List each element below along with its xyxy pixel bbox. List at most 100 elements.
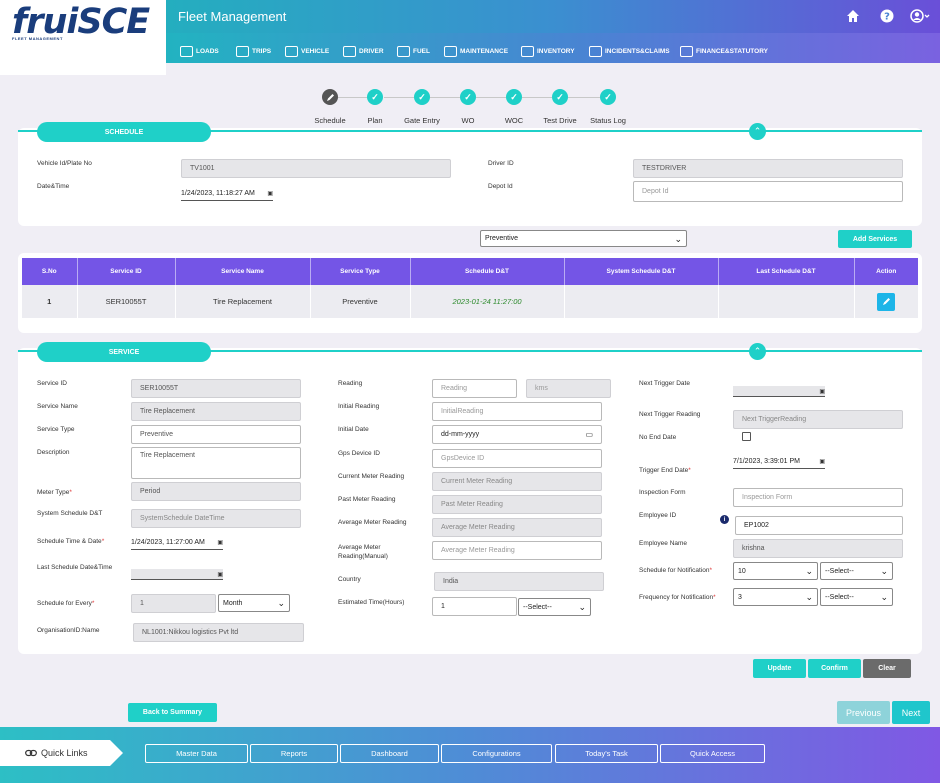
step-wo-dot[interactable]: ✓ <box>460 89 476 105</box>
edit-button[interactable] <box>877 292 896 311</box>
help-icon[interactable]: ? <box>880 9 894 23</box>
notification-schedule-unit-select[interactable]: --Select-- <box>820 562 893 580</box>
notification-frequency-unit-select[interactable]: --Select-- <box>820 588 893 606</box>
nav-maintenance[interactable]: MAINTENANCE <box>444 44 508 58</box>
service-id-field[interactable]: SER10055T <box>131 379 301 398</box>
next-trigger-date-field[interactable]: ▣ <box>733 386 825 397</box>
estimated-time-select[interactable]: --Select-- <box>518 598 591 616</box>
employee-id-input[interactable]: EP1002 <box>735 516 903 535</box>
nav-vehicle[interactable]: VEHICLE <box>285 44 329 58</box>
nav-loads[interactable]: LOADS <box>180 44 219 58</box>
calendar-icon[interactable]: ▣ <box>819 458 825 465</box>
quick-link-todays-task[interactable]: Today's Task <box>555 744 658 763</box>
cell-system-schedule-dt <box>564 285 719 318</box>
next-button[interactable]: Next <box>892 701 930 724</box>
driver-id-label: Driver ID <box>488 160 514 167</box>
past-meter-field[interactable]: Past Meter Reading <box>432 495 602 514</box>
schedule-every-field[interactable]: 1 <box>131 594 216 613</box>
calendar-icon[interactable]: ▣ <box>267 190 273 197</box>
step-plan-dot[interactable]: ✓ <box>367 89 383 105</box>
no-end-date-checkbox[interactable] <box>742 432 751 441</box>
meter-type-label: Meter Type* <box>37 489 72 496</box>
current-meter-field[interactable]: Current Meter Reading <box>432 472 602 491</box>
service-type-select[interactable]: Preventive <box>480 230 687 247</box>
col-system-schedule-dt: System Schedule D&T <box>564 258 719 285</box>
service-name-label: Service Name <box>37 403 78 410</box>
depot-id-input[interactable]: Depot Id <box>633 181 903 202</box>
add-services-button[interactable]: Add Services <box>838 230 912 248</box>
trigger-end-date-field[interactable]: 7/1/2023, 3:39:01 PM ▣ <box>733 455 825 469</box>
calendar-icon[interactable]: ▣ <box>217 571 223 578</box>
initial-reading-input[interactable]: InitialReading <box>432 402 602 421</box>
loads-icon <box>180 45 193 57</box>
system-schedule-label: System Schedule D&T <box>37 510 103 517</box>
employee-name-label: Employee Name <box>639 540 688 547</box>
meter-type-field[interactable]: Period <box>131 482 301 501</box>
next-trigger-reading-field[interactable]: Next TriggerReading <box>733 410 903 429</box>
driver-id-field[interactable]: TESTDRIVER <box>633 159 903 178</box>
back-to-summary-button[interactable]: Back to Summary <box>128 703 217 722</box>
quick-link-reports[interactable]: Reports <box>250 744 338 763</box>
reading-unit-field: kms <box>526 379 611 398</box>
table-row[interactable]: 1 SER10055T Tire Replacement Preventive … <box>22 285 918 318</box>
vehicle-id-field[interactable]: TV1001 <box>181 159 451 178</box>
nav-trips[interactable]: TRIPS <box>236 44 271 58</box>
nav-driver[interactable]: DRIVER <box>343 44 384 58</box>
nav-fuel[interactable]: FUEL <box>397 44 430 58</box>
quick-link-configurations[interactable]: Configurations <box>441 744 552 763</box>
organisation-label: OrganisationID:Name <box>37 627 100 634</box>
last-schedule-label: Last Schedule Date&Time <box>37 564 113 571</box>
step-schedule-dot[interactable] <box>322 89 338 105</box>
user-icon[interactable] <box>910 9 930 23</box>
schedule-time-field[interactable]: 1/24/2023, 11:27:00 AM ▣ <box>131 536 223 550</box>
nav-inventory[interactable]: INVENTORY <box>521 44 575 58</box>
service-name-field[interactable]: Tire Replacement <box>131 402 301 421</box>
chevron-up-icon[interactable]: ⌃ <box>749 123 766 140</box>
average-meter-field[interactable]: Average Meter Reading <box>432 518 602 537</box>
gps-device-input[interactable]: GpsDevice ID <box>432 449 602 468</box>
service-id-label: Service ID <box>37 380 67 387</box>
organisation-field[interactable]: NL1001:Nikkou logistics Pvt ltd <box>133 623 304 642</box>
cell-service-name: Tire Replacement <box>175 285 311 318</box>
clear-button[interactable]: Clear <box>863 659 911 678</box>
quick-link-quick-access[interactable]: Quick Access <box>660 744 765 763</box>
update-button[interactable]: Update <box>753 659 806 678</box>
employee-name-field[interactable]: krishna <box>733 539 903 558</box>
nav-finance-statutory[interactable]: FINANCE&STATUTORY <box>680 44 768 58</box>
step-gate-entry-dot[interactable]: ✓ <box>414 89 430 105</box>
quick-link-dashboard[interactable]: Dashboard <box>340 744 439 763</box>
system-schedule-field[interactable]: SystemSchedule DateTime <box>131 509 301 528</box>
step-status-log-dot[interactable]: ✓ <box>600 89 616 105</box>
info-icon[interactable]: i <box>720 515 729 524</box>
cell-schedule-dt: 2023-01-24 11:27:00 <box>410 285 565 318</box>
notification-frequency-select[interactable]: 3 <box>733 588 818 606</box>
service-type-field[interactable]: Preventive <box>131 425 301 444</box>
finance-icon <box>680 45 693 57</box>
reading-input[interactable]: Reading <box>432 379 517 398</box>
calendar-icon[interactable]: ▭ <box>585 430 593 439</box>
average-meter-manual-input[interactable]: Average Meter Reading <box>432 541 602 560</box>
chevron-up-icon[interactable]: ⌃ <box>749 343 766 360</box>
step-woc-dot[interactable]: ✓ <box>506 89 522 105</box>
step-test-drive-dot[interactable]: ✓ <box>552 89 568 105</box>
calendar-icon[interactable]: ▣ <box>819 388 825 395</box>
datetime-label: Date&Time <box>37 183 70 190</box>
inspection-form-input[interactable]: Inspection Form <box>733 488 903 507</box>
last-schedule-field[interactable]: ▣ <box>131 569 223 580</box>
initial-date-input[interactable]: dd-mm-yyyy ▭ <box>432 425 602 444</box>
previous-button[interactable]: Previous <box>837 701 890 724</box>
quick-link-master-data[interactable]: Master Data <box>145 744 248 763</box>
description-textarea[interactable]: Tire Replacement <box>131 447 301 479</box>
check-icon: ✓ <box>604 91 612 102</box>
nav-incidents-claims[interactable]: INCIDENTS&CLAIMS <box>589 44 670 58</box>
schedule-datetime-field[interactable]: 1/24/2023, 11:18:27 AM ▣ <box>181 187 273 201</box>
calendar-icon[interactable]: ▣ <box>217 539 223 546</box>
home-icon[interactable] <box>846 9 860 23</box>
country-field[interactable]: India <box>434 572 604 591</box>
check-icon: ✓ <box>371 91 379 102</box>
estimated-time-input[interactable]: 1 <box>432 597 517 616</box>
estimated-time-label: Estimated Time(Hours) <box>338 599 405 606</box>
confirm-button[interactable]: Confirm <box>808 659 861 678</box>
notification-schedule-select[interactable]: 10 <box>733 562 818 580</box>
schedule-every-unit-select[interactable]: Month <box>218 594 290 612</box>
